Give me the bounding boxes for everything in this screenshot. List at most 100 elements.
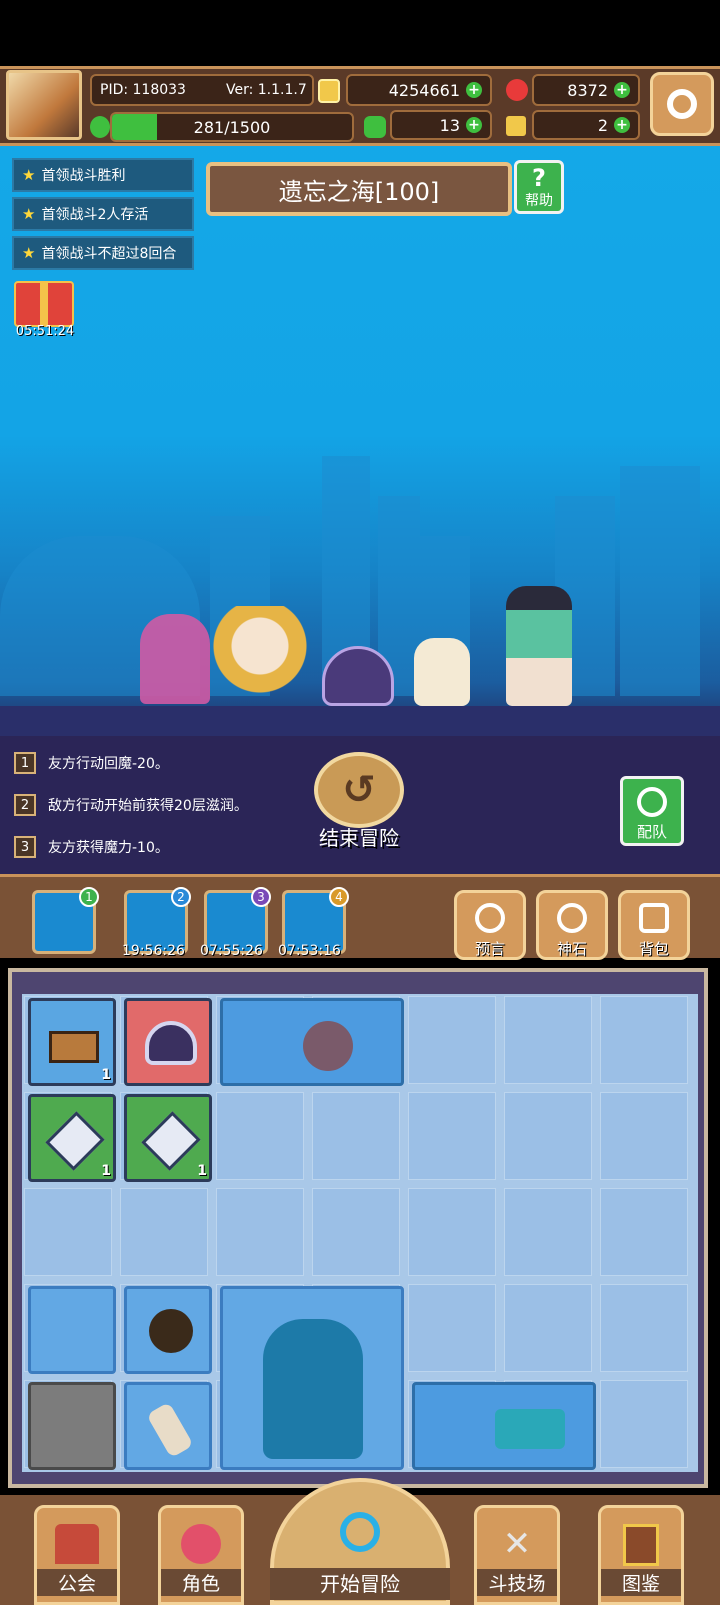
inventory-cell[interactable] bbox=[312, 1092, 400, 1180]
coral-ruin-item[interactable] bbox=[412, 1382, 596, 1470]
cat-ally[interactable] bbox=[414, 638, 470, 706]
inventory-cell[interactable] bbox=[504, 1188, 592, 1276]
status-bar bbox=[0, 0, 720, 66]
map-badge: 1 bbox=[79, 887, 99, 907]
backpack-label: 背包 bbox=[638, 940, 669, 958]
player-avatar[interactable] bbox=[6, 70, 82, 140]
map-badge: 2 bbox=[171, 887, 191, 907]
prophecy-button[interactable]: 预言 bbox=[454, 890, 526, 960]
backpack-button[interactable]: 背包 bbox=[618, 890, 690, 960]
inventory-cell[interactable] bbox=[504, 996, 592, 1084]
divine-stone-label: 神石 bbox=[556, 940, 587, 958]
coral-ruin-icon bbox=[495, 1409, 565, 1449]
quest-item: ★ 首领战斗不超过8回合 bbox=[12, 236, 194, 270]
gift-timer: 05:51:24 bbox=[15, 324, 75, 339]
inventory-cell[interactable] bbox=[504, 1092, 592, 1180]
nav-character[interactable]: 角色 bbox=[158, 1505, 244, 1605]
coral-tower-icon bbox=[263, 1319, 363, 1459]
crossed-swords-icon: ✕ bbox=[502, 1524, 532, 1564]
gold-amount: 4254661 bbox=[388, 80, 460, 100]
map-badge: 4 bbox=[329, 887, 349, 907]
treasure-chest-item[interactable]: 1 bbox=[28, 998, 116, 1086]
inventory-cell[interactable] bbox=[600, 996, 688, 1084]
log-line: 1 友方行动回魔-20。 bbox=[14, 752, 169, 774]
coral-tower-item[interactable] bbox=[220, 1286, 404, 1470]
inventory-cell[interactable] bbox=[600, 1380, 688, 1468]
coral-decoration bbox=[140, 614, 210, 704]
return-arrow-icon: ↺ bbox=[314, 752, 404, 828]
log-line: 3 友方获得魔力-10。 bbox=[14, 836, 169, 858]
quest-label: 首领战斗2人存活 bbox=[41, 207, 149, 223]
inventory-cell[interactable] bbox=[408, 1284, 496, 1372]
pearl-clam-item[interactable] bbox=[124, 998, 212, 1086]
sea-anemone-item[interactable] bbox=[220, 998, 404, 1086]
inventory-cell[interactable] bbox=[600, 1284, 688, 1372]
inventory-cell[interactable] bbox=[600, 1092, 688, 1180]
gem-amount: 8372 bbox=[567, 80, 608, 100]
quest-label: 首领战斗不超过8回合 bbox=[41, 246, 177, 262]
map-timer: 07:55:26 bbox=[200, 943, 263, 959]
inventory-cell[interactable] bbox=[216, 1188, 304, 1276]
add-gold-icon[interactable]: + bbox=[466, 82, 482, 98]
bunny-girl-ally[interactable] bbox=[506, 586, 572, 706]
stage-title: 遗忘之海[100] bbox=[278, 177, 440, 206]
team-icon bbox=[637, 787, 667, 817]
inventory-cell[interactable] bbox=[216, 1092, 304, 1180]
stone-tile[interactable] bbox=[28, 1382, 116, 1470]
nav-label: 图鉴 bbox=[601, 1569, 681, 1596]
hero-in-shell[interactable] bbox=[212, 606, 308, 706]
crystal-icon bbox=[141, 1111, 201, 1171]
nav-codex[interactable]: 图鉴 bbox=[598, 1505, 684, 1605]
pearl-clam-icon bbox=[145, 1021, 197, 1065]
inventory-cell[interactable] bbox=[120, 1188, 208, 1276]
log-line: 2 敌方行动开始前获得20层滋润。 bbox=[14, 794, 248, 816]
stamina-bar: 281/1500 bbox=[110, 112, 354, 142]
team-setup-button[interactable]: 配队 bbox=[620, 776, 684, 846]
divine-stone-button[interactable]: 神石 bbox=[536, 890, 608, 960]
crystal-icon bbox=[45, 1111, 105, 1171]
log-text: 友方获得魔力-10。 bbox=[48, 840, 169, 856]
water-tile[interactable] bbox=[28, 1286, 116, 1374]
settings-button[interactable] bbox=[650, 72, 714, 136]
key-amount: 2 bbox=[597, 115, 608, 135]
inventory-cell[interactable] bbox=[24, 1188, 112, 1276]
end-adventure-button[interactable]: ↺ 结束冒险 bbox=[306, 752, 412, 864]
inventory-cell[interactable] bbox=[504, 1284, 592, 1372]
gem-box: 8372 + bbox=[532, 74, 640, 106]
clover-icon bbox=[364, 116, 386, 138]
inventory-cell[interactable] bbox=[408, 996, 496, 1084]
stamina-text: 281/1500 bbox=[193, 117, 271, 137]
quest-item: ★ 首领战斗胜利 bbox=[12, 158, 194, 192]
gift-box-icon[interactable] bbox=[14, 281, 74, 327]
item-count: 1 bbox=[197, 1163, 207, 1179]
help-button[interactable]: ? 帮助 bbox=[514, 160, 564, 214]
nav-label: 公会 bbox=[37, 1569, 117, 1596]
crystal-item[interactable]: 1 bbox=[28, 1094, 116, 1182]
map-slot[interactable]: 1 bbox=[32, 887, 99, 954]
add-key-icon[interactable]: + bbox=[614, 117, 630, 133]
key-box: 2 + bbox=[532, 110, 640, 140]
nav-arena[interactable]: ✕ 斗技场 bbox=[474, 1505, 560, 1605]
inventory-cell[interactable] bbox=[312, 1188, 400, 1276]
bottle-item[interactable] bbox=[124, 1382, 212, 1470]
quest-item: ★ 首领战斗2人存活 bbox=[12, 197, 194, 231]
add-clover-icon[interactable]: + bbox=[466, 117, 482, 133]
anemone-icon bbox=[303, 1021, 353, 1071]
stage-title-banner: 遗忘之海[100] bbox=[206, 162, 512, 216]
inventory-cell[interactable] bbox=[408, 1188, 496, 1276]
map-bar bbox=[0, 874, 720, 958]
version-text: Ver: 1.1.1.7 bbox=[225, 82, 307, 98]
pot-monster-item[interactable] bbox=[124, 1286, 212, 1374]
log-number: 3 bbox=[14, 836, 36, 858]
inventory-cell[interactable] bbox=[408, 1092, 496, 1180]
inventory-cell[interactable] bbox=[600, 1188, 688, 1276]
team-label: 配队 bbox=[636, 823, 667, 841]
nav-guild[interactable]: 公会 bbox=[34, 1505, 120, 1605]
log-text: 敌方行动开始前获得20层滋润。 bbox=[48, 798, 248, 814]
map-badge: 3 bbox=[251, 887, 271, 907]
character-icon bbox=[181, 1524, 221, 1564]
item-count: 1 bbox=[101, 1163, 111, 1179]
add-gem-icon[interactable]: + bbox=[614, 82, 630, 98]
star-icon: ★ bbox=[22, 244, 36, 262]
crystal-item[interactable]: 1 bbox=[124, 1094, 212, 1182]
